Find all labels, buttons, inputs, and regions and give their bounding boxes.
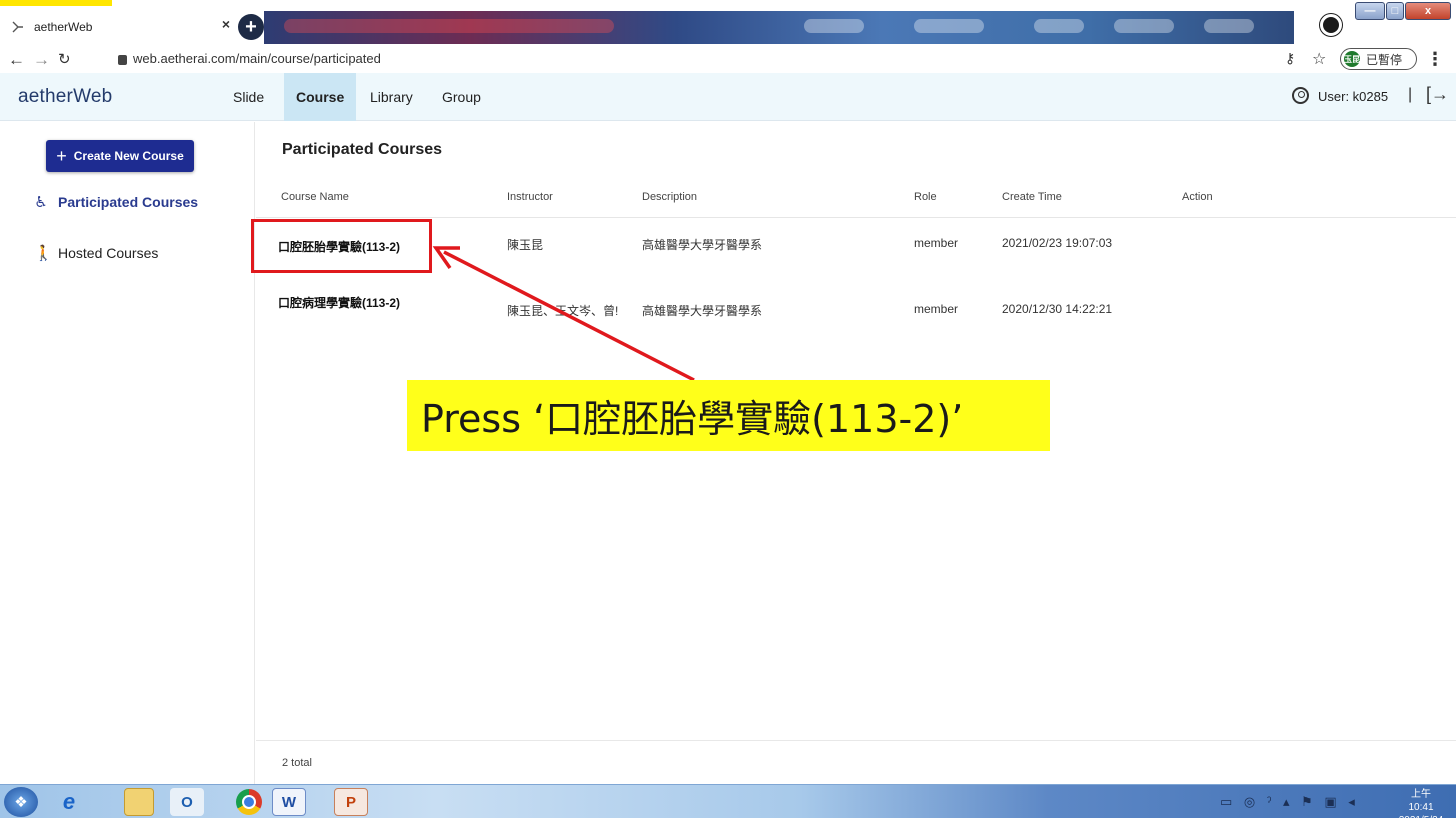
column-header-description[interactable]: Description [642, 191, 697, 203]
course-name-link[interactable]: 口腔病理學實驗(113-2) [278, 294, 400, 311]
profile-avatar: 玉昆 [1344, 51, 1360, 67]
profile-paused-chip[interactable]: 玉昆 已暫停 [1340, 48, 1417, 70]
browser-tab[interactable]: aetherWeb × [4, 10, 236, 43]
browser-titlebar: aetherWeb × + — □ x [0, 0, 1456, 47]
profile-circle-icon[interactable] [1320, 14, 1342, 36]
total-count: 2 total [282, 757, 312, 769]
new-tab-button[interactable]: + [238, 14, 264, 40]
sidebar: + Create New Course ♿ Participated Cours… [0, 122, 255, 784]
tab-close-icon[interactable]: × [222, 16, 230, 32]
create-time-cell: 2020/12/30 14:22:21 [1002, 302, 1113, 316]
browser-menu-icon[interactable]: ⋮ [1426, 49, 1444, 70]
sidebar-item-participated-courses[interactable]: ♿ Participated Courses [34, 193, 198, 211]
role-cell: member [914, 302, 959, 316]
create-new-course-button[interactable]: + Create New Course [46, 140, 194, 172]
role-cell: member [914, 236, 959, 250]
paused-label: 已暫停 [1366, 52, 1403, 67]
key-icon[interactable]: ⚷ [1285, 50, 1295, 67]
user-label: User: k0285 [1318, 89, 1389, 104]
window-maximize-button[interactable]: □ [1386, 2, 1404, 20]
clock-date: 2021/5/24 [1398, 815, 1444, 826]
word-icon[interactable]: W [272, 788, 306, 816]
pointer-arrow [432, 246, 695, 382]
url-field[interactable]: web.aetherai.com/main/course/participate… [118, 51, 381, 66]
person-sitting-icon: ♿ [34, 194, 48, 211]
create-button-label: Create New Course [73, 149, 184, 163]
create-time-cell: 2021/02/23 19:07:03 [1002, 236, 1113, 250]
table-footer: 2 total [256, 740, 1456, 784]
page-title: Participated Courses [282, 141, 443, 158]
window-minimize-button[interactable]: — [1355, 2, 1385, 20]
internet-explorer-icon[interactable]: e [52, 788, 86, 816]
nav-library[interactable]: Library [370, 73, 413, 121]
logout-icon[interactable]: [→ [1426, 84, 1449, 105]
outlook-icon[interactable]: O [170, 788, 204, 816]
column-header-instructor[interactable]: Instructor [507, 191, 553, 203]
table-header: Course Name Instructor Description Role … [256, 178, 1456, 218]
aether-favicon-icon [10, 19, 26, 35]
plus-icon: + [56, 146, 67, 166]
header-separator: | [1408, 86, 1413, 103]
windows-taskbar: ❖ e O W P ▭ ◎ ˀ ▴ ⚑ ▣ ◂ 上午 10:41 2021/5/… [0, 784, 1456, 826]
url-text: web.aetherai.com/main/course/participate… [133, 51, 381, 66]
sidebar-item-label: Participated Courses [58, 194, 199, 210]
window-close-button[interactable]: x [1405, 2, 1451, 20]
address-bar: ← → ↻ web.aetherai.com/main/course/parti… [0, 47, 1456, 73]
reload-icon[interactable]: ↻ [58, 50, 71, 70]
taskbar-clock[interactable]: 上午 10:41 2021/5/24 [1398, 788, 1444, 827]
highlight-box [251, 219, 432, 273]
column-header-action: Action [1182, 191, 1213, 203]
powerpoint-icon[interactable]: P [334, 788, 368, 816]
back-arrow-icon[interactable]: ← [8, 50, 25, 70]
clock-time: 上午 10:41 [1408, 789, 1434, 813]
tab-title: aetherWeb [34, 19, 93, 34]
nav-group[interactable]: Group [442, 73, 481, 121]
sidebar-item-label: Hosted Courses [58, 245, 159, 261]
brand-logo[interactable]: aetherWeb [18, 86, 112, 108]
lock-icon [118, 54, 127, 65]
app-header: aetherWeb Slide Course Library Group Use… [0, 73, 1456, 121]
forward-arrow-icon[interactable]: → [33, 50, 50, 70]
instruction-callout: Press ‘口腔胚胎學實驗(113-2)’ [407, 380, 1050, 451]
person-teaching-icon: 🚶 [34, 245, 53, 262]
user-account-icon[interactable] [1292, 87, 1309, 104]
sidebar-item-hosted-courses[interactable]: 🚶 Hosted Courses [34, 244, 158, 262]
main-content: Participated Courses Course Name Instruc… [256, 122, 1456, 784]
blurred-tab-strip [264, 11, 1294, 44]
column-header-create-time[interactable]: Create Time [1002, 191, 1062, 203]
system-tray-icons[interactable]: ▭ ◎ ˀ ▴ ⚑ ▣ ◂ [1220, 794, 1359, 810]
nav-course[interactable]: Course [284, 73, 357, 121]
windows-start-icon[interactable]: ❖ [4, 787, 38, 817]
bookmark-star-icon[interactable]: ☆ [1312, 49, 1326, 69]
column-header-course-name[interactable]: Course Name [281, 191, 349, 203]
column-header-role[interactable]: Role [914, 191, 937, 203]
chrome-icon[interactable] [236, 789, 262, 815]
nav-slide[interactable]: Slide [233, 73, 264, 121]
file-explorer-icon[interactable] [124, 788, 154, 816]
yellow-note-marker [0, 0, 112, 6]
